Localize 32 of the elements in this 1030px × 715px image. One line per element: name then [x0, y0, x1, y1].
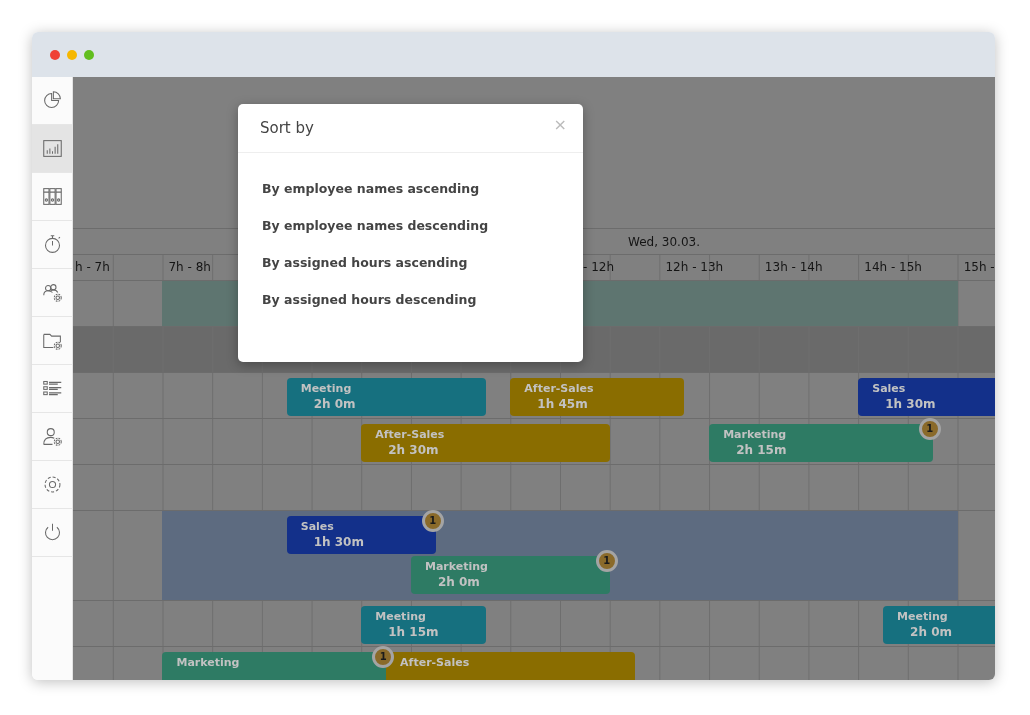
close-window-button[interactable]	[50, 49, 60, 60]
shift-bar[interactable]: Meeting 1h 15m	[361, 606, 486, 644]
sidebar-item[interactable]	[32, 125, 72, 173]
close-button[interactable]: ×	[551, 114, 569, 134]
shift-bar[interactable]: Meeting 2h 0m	[286, 378, 486, 416]
hour-label: - 12h	[583, 260, 615, 274]
shift-bar[interactable]: After-Sales 1h 45m	[510, 378, 685, 416]
hour-label: 13h - 14h	[764, 260, 823, 274]
hour-label: 12h - 13h	[665, 260, 724, 274]
bar-chart-icon	[41, 138, 63, 159]
sort-option[interactable]: By employee names descending	[262, 215, 489, 237]
count-badge: 1	[918, 418, 941, 440]
settings-icon	[41, 474, 63, 495]
sort-option[interactable]: By employee names ascending	[262, 178, 480, 200]
sort-option[interactable]: By assigned hours ascending	[262, 252, 468, 274]
dialog-title: Sort by	[260, 119, 314, 137]
hour-label: 15h -	[963, 260, 995, 274]
pie-chart-icon	[41, 90, 63, 111]
group-settings-icon	[41, 282, 63, 303]
maximize-window-button[interactable]	[84, 49, 94, 60]
sort-option[interactable]: By assigned hours descending	[262, 289, 477, 311]
count-badge: 1	[372, 646, 395, 668]
shift-bar[interactable]: Meeting 2h 0m	[883, 606, 995, 644]
user-settings-icon	[41, 426, 63, 447]
hour-label: h - 7h	[75, 260, 110, 274]
shift-bar[interactable]: Sales 1h 30m	[858, 378, 995, 416]
hour-label: 14h - 15h	[864, 260, 922, 274]
shift-bar[interactable]: After-Sales 2h 30m	[361, 424, 610, 462]
date-label: Wed, 30.03.	[628, 234, 700, 249]
binders-icon	[41, 186, 63, 207]
hour-label: 7h - 8h	[168, 260, 211, 274]
shift-bar[interactable]: After-Sales	[386, 652, 635, 680]
